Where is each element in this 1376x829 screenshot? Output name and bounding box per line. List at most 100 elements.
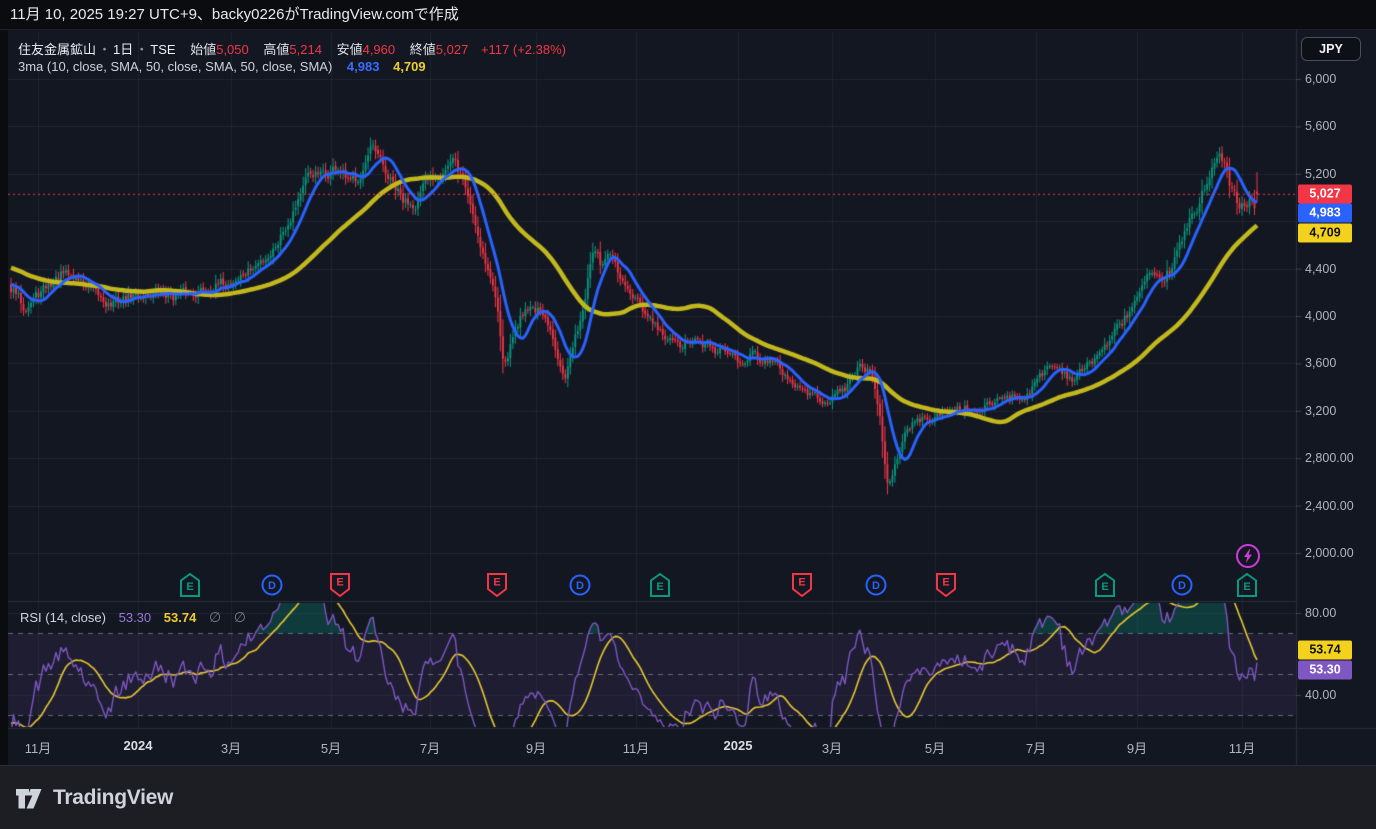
time-tick-label: 2025	[724, 738, 753, 753]
rsi-value: 53.30	[119, 610, 152, 625]
disabled-icon[interactable]: ∅	[234, 609, 246, 625]
price-tick-label: 4,000	[1305, 309, 1336, 323]
earnings-down-icon: E	[934, 571, 958, 599]
tradingview-logo-icon	[14, 786, 44, 811]
svg-text:E: E	[656, 581, 663, 593]
price-tick-label: 2,800.00	[1305, 451, 1354, 465]
ma-legend[interactable]: 3ma (10, close, SMA, 50, close, SMA, 50,…	[18, 59, 426, 74]
price-value-label: 4,983	[1298, 204, 1352, 223]
chart-canvas[interactable]	[0, 0, 1376, 829]
dividend-marker[interactable]: D	[260, 571, 284, 599]
tradingview-chart-page: 11月 10, 2025 19:27 UTC+9、backy0226がTradi…	[0, 0, 1376, 829]
earnings-up-icon: E	[1093, 571, 1117, 599]
svg-text:E: E	[493, 577, 500, 589]
price-tick-label: 3,600	[1305, 356, 1336, 370]
rsi-value-label: 53.30	[1298, 661, 1352, 680]
price-tick-label: 6,000	[1305, 72, 1336, 86]
price-tick-label: 3,200	[1305, 404, 1336, 418]
symbol-title[interactable]: 住友金属鉱山	[18, 42, 96, 57]
tradingview-logo-text: TradingView	[53, 786, 173, 810]
price-tick-label: 4,400	[1305, 262, 1336, 276]
svg-text:E: E	[1101, 581, 1108, 593]
time-tick-label: 3月	[822, 738, 842, 757]
currency-toggle-button[interactable]: JPY	[1301, 37, 1361, 61]
earnings-down-icon: E	[328, 571, 352, 599]
interval-label[interactable]: 1日	[113, 42, 133, 57]
svg-text:D: D	[872, 580, 880, 592]
svg-text:E: E	[798, 577, 805, 589]
dividend-icon: D	[260, 571, 284, 599]
disabled-icon[interactable]: ∅	[209, 609, 221, 625]
symbol-legend[interactable]: 住友金属鉱山・1日・TSE 始値5,050 高値5,214 安値4,960 終値…	[18, 39, 566, 58]
svg-text:E: E	[336, 577, 343, 589]
legend-separator: ・	[98, 42, 111, 57]
rsi-tick-label: 80.00	[1305, 606, 1336, 620]
time-tick-label: 5月	[321, 738, 341, 757]
earnings-down-marker[interactable]: E	[790, 571, 814, 599]
flash-events-icon[interactable]	[1235, 543, 1261, 569]
tradingview-logo[interactable]: TradingView	[14, 786, 173, 811]
earnings-up-marker[interactable]: E	[178, 571, 202, 599]
price-tick-label: 5,200	[1305, 167, 1336, 181]
high-label: 高値	[263, 42, 289, 57]
close-label: 終値	[410, 42, 436, 57]
time-tick-label: 7月	[1026, 738, 1046, 757]
svg-text:D: D	[576, 580, 584, 592]
price-tick-label: 2,000.00	[1305, 546, 1354, 560]
high-value: 5,214	[289, 42, 322, 57]
dividend-marker[interactable]: D	[864, 571, 888, 599]
dividend-marker[interactable]: D	[1170, 571, 1194, 599]
sma10-value: 4,983	[347, 59, 380, 74]
earnings-up-marker[interactable]: E	[648, 571, 672, 599]
earnings-down-marker[interactable]: E	[934, 571, 958, 599]
sma50-value: 4,709	[393, 59, 426, 74]
rsi-ma-value: 53.74	[164, 610, 197, 625]
earnings-up-icon: E	[178, 571, 202, 599]
time-tick-label: 9月	[526, 738, 546, 757]
svg-text:D: D	[1178, 580, 1186, 592]
low-value: 4,960	[363, 42, 396, 57]
time-tick-label: 2024	[124, 738, 153, 753]
time-tick-label: 11月	[623, 738, 650, 757]
rsi-value-label: 53.74	[1298, 641, 1352, 660]
close-value: 5,027	[436, 42, 469, 57]
time-tick-label: 7月	[420, 738, 440, 757]
svg-text:E: E	[942, 577, 949, 589]
time-tick-label: 9月	[1127, 738, 1147, 757]
rsi-tick-label: 40.00	[1305, 688, 1336, 702]
ma-legend-label[interactable]: 3ma (10, close, SMA, 50, close, SMA, 50,…	[18, 59, 332, 74]
footer-bar: TradingView	[0, 765, 1376, 829]
time-tick-label: 11月	[25, 738, 52, 757]
price-tick-label: 2,400.00	[1305, 499, 1354, 513]
open-value: 5,050	[216, 42, 249, 57]
earnings-down-icon: E	[485, 571, 509, 599]
price-value-label: 4,709	[1298, 223, 1352, 242]
svg-text:D: D	[268, 580, 276, 592]
earnings-down-marker[interactable]: E	[328, 571, 352, 599]
earnings-down-marker[interactable]: E	[485, 571, 509, 599]
price-tick-label: 5,600	[1305, 119, 1336, 133]
earnings-up-marker[interactable]: E	[1235, 571, 1259, 599]
earnings-down-icon: E	[790, 571, 814, 599]
dividend-icon: D	[1170, 571, 1194, 599]
price-value-label: 5,027	[1298, 184, 1352, 203]
left-toolbar-strip	[0, 30, 8, 765]
open-label: 始値	[190, 42, 216, 57]
dividend-icon: D	[864, 571, 888, 599]
time-tick-label: 3月	[221, 738, 241, 757]
exchange-label: TSE	[150, 42, 175, 57]
dividend-marker[interactable]: D	[568, 571, 592, 599]
earnings-up-marker[interactable]: E	[1093, 571, 1117, 599]
low-label: 安値	[337, 42, 363, 57]
earnings-up-icon: E	[1235, 571, 1259, 599]
dividend-icon: D	[568, 571, 592, 599]
rsi-legend-title[interactable]: RSI (14, close)	[20, 610, 106, 625]
time-tick-label: 11月	[1229, 738, 1256, 757]
svg-text:E: E	[186, 581, 193, 593]
legend-separator: ・	[135, 42, 148, 57]
time-tick-label: 5月	[925, 738, 945, 757]
change-value: +117 (+2.38%)	[481, 42, 566, 57]
rsi-legend[interactable]: RSI (14, close) 53.30 53.74 ∅ ∅	[20, 609, 246, 626]
svg-text:E: E	[1243, 581, 1250, 593]
earnings-up-icon: E	[648, 571, 672, 599]
